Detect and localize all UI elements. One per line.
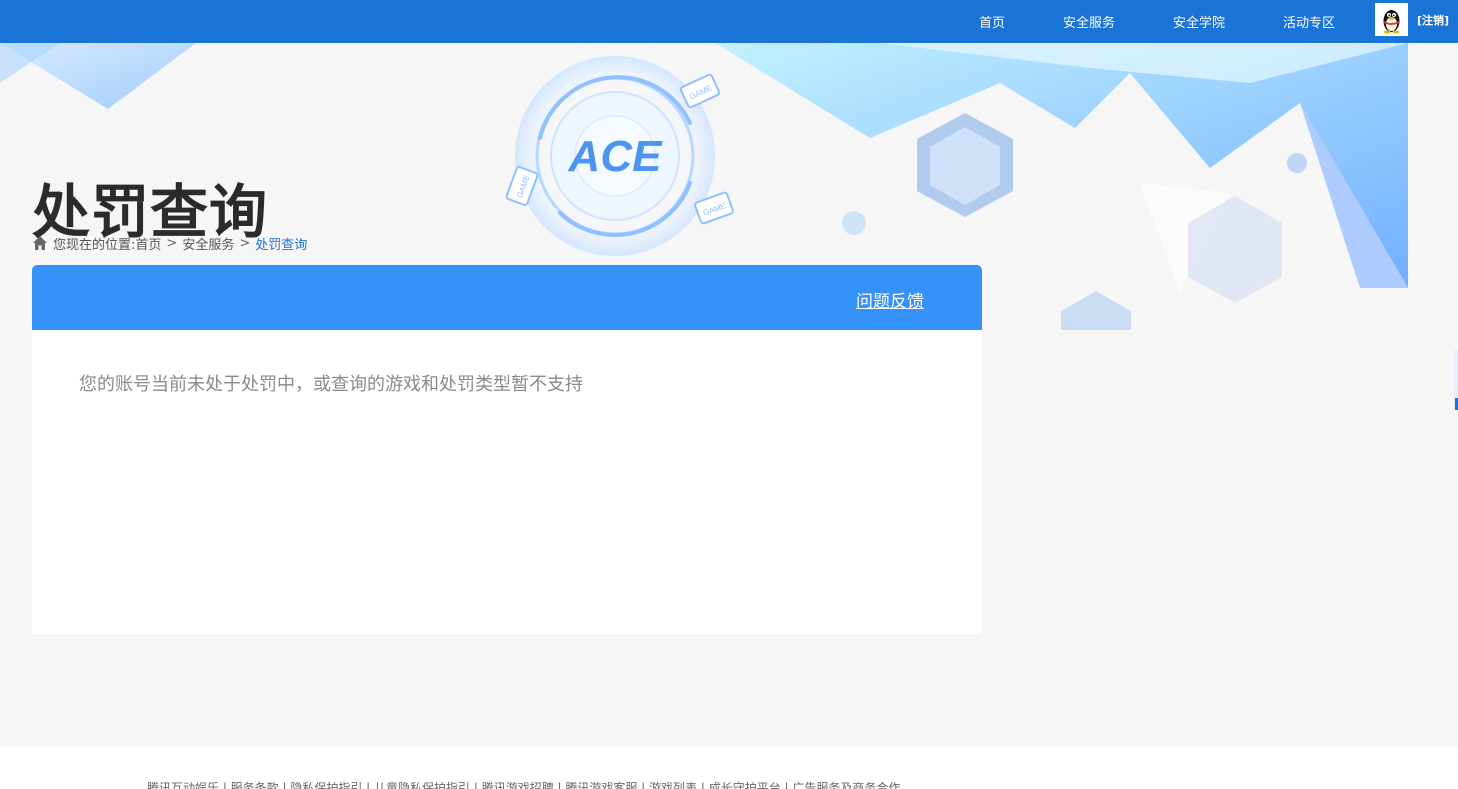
ace-logo-text: ACE <box>568 132 664 181</box>
breadcrumb-security-services[interactable]: 安全服务 <box>182 234 234 253</box>
footer: 腾讯互动娱乐 | 服务条款 | 隐私保护指引 | 儿童隐私保护指引 | 腾讯游戏… <box>0 747 1458 789</box>
breadcrumb-home[interactable]: 首页 <box>135 234 161 253</box>
result-panel: 问题反馈 您的账号当前未处于处罚中，或查询的游戏和处罚类型暂不支持 <box>32 265 982 634</box>
breadcrumb-prefix: 您现在的位置: <box>53 237 136 253</box>
logout-link[interactable]: [注销] <box>1417 12 1449 28</box>
top-navigation-bar: 首页 安全服务 安全学院 活动专区 [注销] <box>0 0 1458 43</box>
breadcrumb: 您现在的位置: 首页 > 安全服务 > 处罚查询 <box>32 234 307 253</box>
feedback-link[interactable]: 问题反馈 <box>856 287 924 312</box>
breadcrumb-current[interactable]: 处罚查询 <box>255 234 307 253</box>
panel-header: 问题反馈 <box>32 265 982 330</box>
footer-links[interactable]: 腾讯互动娱乐 | 服务条款 | 隐私保护指引 | 儿童隐私保护指引 | 腾讯游戏… <box>147 779 900 789</box>
avatar[interactable] <box>1375 3 1408 36</box>
home-icon <box>33 236 47 250</box>
nav-security-services[interactable]: 安全服务 <box>1063 12 1115 31</box>
breadcrumb-separator: > <box>239 235 251 251</box>
nav-home[interactable]: 首页 <box>979 12 1005 31</box>
status-message: 您的账号当前未处于处罚中，或查询的游戏和处罚类型暂不支持 <box>79 374 583 395</box>
breadcrumb-separator: > <box>166 235 178 251</box>
nav-security-academy[interactable]: 安全学院 <box>1173 12 1225 31</box>
nav-events[interactable]: 活动专区 <box>1283 12 1335 31</box>
qq-penguin-icon <box>1383 10 1400 34</box>
